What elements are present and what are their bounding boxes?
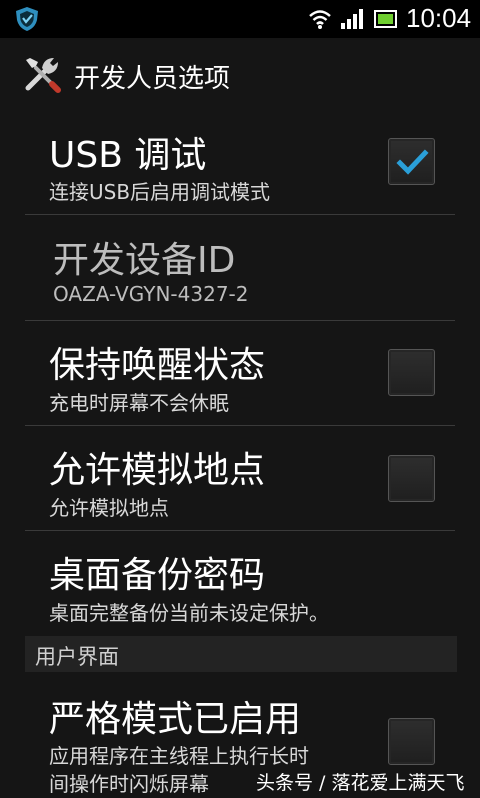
settings-screen: 开发人员选项 USB 调试 连接USB后启用调试模式 开发设备ID OAZA-V… [0,38,480,798]
checkmark-icon [396,149,429,175]
strict-mode-checkbox[interactable] [388,718,435,765]
wifi-icon [309,10,331,29]
pref-summary: OAZA-VGYN-4327-2 [53,282,249,306]
status-bar: 10:04 [0,0,480,38]
pref-title: 开发设备ID [53,240,236,281]
clock: 10:04 [406,3,472,33]
pref-backup-password[interactable]: 桌面备份密码 桌面完整备份当前未设定保护。 [0,531,480,635]
pref-summary-line1: 应用程序在主线程上执行长时 [49,744,309,768]
pref-summary: 桌面完整备份当前未设定保护。 [49,601,329,625]
stay-awake-checkbox[interactable] [388,349,435,396]
signal-icon [341,9,363,29]
usb-debugging-checkbox[interactable] [388,138,435,185]
pref-usb-debugging[interactable]: USB 调试 连接USB后启用调试模式 [0,110,480,214]
pref-summary: 充电时屏幕不会休眠 [49,391,229,415]
pref-device-id: 开发设备ID OAZA-VGYN-4327-2 [0,215,480,320]
pref-summary: 连接USB后启用调试模式 [49,180,271,204]
section-header-user-interface: 用户界面 [25,636,457,672]
pref-mock-locations[interactable]: 允许模拟地点 允许模拟地点 [0,426,480,530]
pref-summary: 允许模拟地点 [49,496,169,520]
tools-icon [25,58,61,93]
pref-title: 严格模式已启用 [49,699,302,740]
pref-title: 桌面备份密码 [49,555,266,596]
section-label: 用户界面 [35,645,119,669]
pref-summary-line2: 间操作时闪烁屏幕 [49,772,209,796]
pref-title: 保持唤醒状态 [49,345,266,386]
battery-icon [374,10,397,28]
pref-stay-awake[interactable]: 保持唤醒状态 充电时屏幕不会休眠 [0,321,480,425]
page-title: 开发人员选项 [74,64,231,94]
pref-title: 允许模拟地点 [49,450,266,491]
mock-locations-checkbox[interactable] [388,455,435,502]
pref-title: USB 调试 [49,135,207,176]
watermark: 头条号 / 落花爱上满天飞 [256,772,465,794]
header: 开发人员选项 [0,38,480,110]
shield-icon [16,7,38,31]
